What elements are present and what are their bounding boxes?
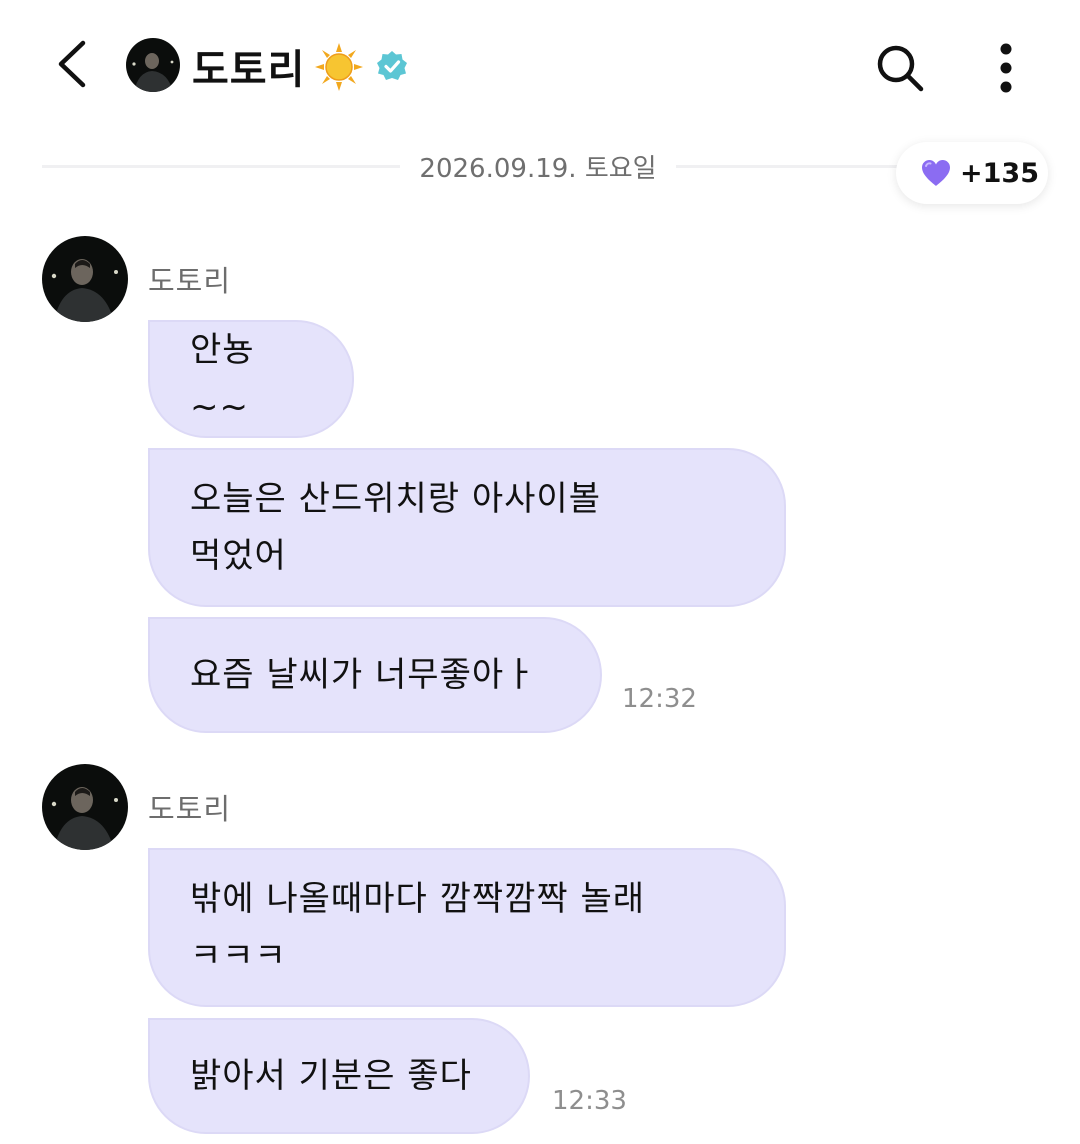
sender-name: 도토리 (148, 792, 232, 826)
sender-avatar[interactable] (42, 764, 128, 850)
chat-header: 도토리 (0, 0, 1080, 130)
sender-avatar[interactable] (42, 236, 128, 322)
avatar-image (42, 764, 128, 850)
message-bubble[interactable]: 밝아서 기분은 좋다 (148, 1018, 530, 1134)
search-icon (877, 45, 924, 92)
reaction-count: +135 (960, 157, 1039, 189)
more-options-button[interactable] (984, 36, 1028, 100)
message-bubble[interactable]: 안뇽~~ (148, 320, 354, 438)
message-time: 12:33 (552, 1086, 627, 1116)
message-bubble[interactable]: 요즘 날씨가 너무좋아ㅏ (148, 617, 602, 733)
reaction-count-button[interactable]: +135 (896, 142, 1048, 204)
message-bubble[interactable]: 밖에 나올때마다 깜짝깜짝 놀래 ㅋㅋㅋ (148, 848, 786, 1007)
sender-name: 도토리 (148, 264, 232, 298)
search-button[interactable] (868, 36, 932, 100)
avatar-image (126, 38, 180, 92)
date-separator: 2026.09.19. 토요일 (42, 140, 1038, 192)
sun-icon (315, 43, 363, 91)
chat-title: 도토리 (192, 47, 306, 93)
purple-heart-icon (922, 160, 950, 186)
message-bubble[interactable]: 오늘은 산드위치랑 아사이볼 먹었어 (148, 448, 786, 607)
back-chevron-icon (58, 40, 86, 88)
date-label: 2026.09.19. 토요일 (419, 154, 657, 184)
more-vertical-icon (1000, 43, 1012, 93)
message-time: 12:32 (622, 684, 697, 714)
verified-badge-icon (377, 51, 407, 80)
header-avatar[interactable] (126, 38, 180, 92)
divider-line (42, 165, 400, 168)
back-button[interactable] (44, 34, 100, 94)
avatar-image (42, 236, 128, 322)
